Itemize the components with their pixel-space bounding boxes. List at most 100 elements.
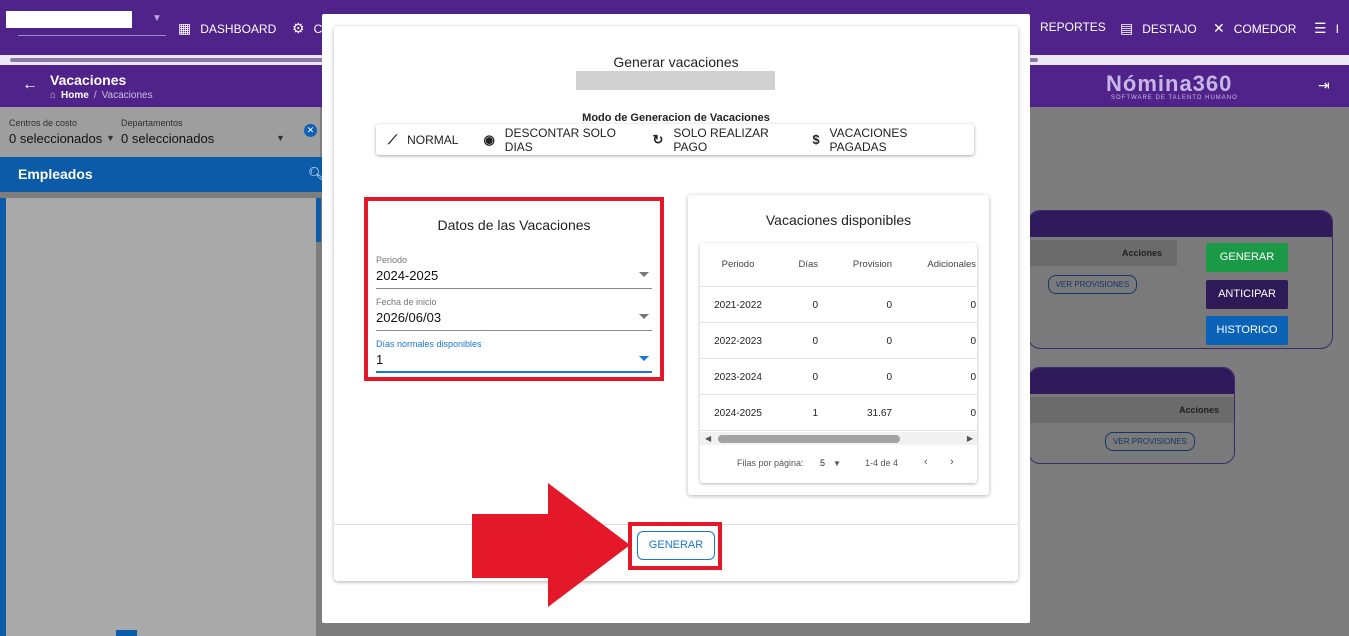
back-arrow-icon[interactable]: ← [22,76,38,94]
disponibles-table: Periodo Días Provision Adicionales 2021-… [700,243,977,483]
nav-config-label: C [313,21,323,36]
chevron-down-icon[interactable]: ▼ [152,13,162,24]
fecha-inicio-value: 2026/06/03 [376,310,442,325]
mode-descontar-label: DESCONTAR SOLO DIAS [504,125,616,154]
cell-provision: 31.67 [866,408,892,419]
nav-comedor[interactable]: ✕ COMEDOR [1213,20,1296,37]
breadcrumb-separator: / [93,90,97,101]
periodo-label: Periodo [376,255,408,265]
background-table-header: Acciones [1029,397,1234,423]
breadcrumb: ⌂ Home / Vacaciones [50,90,153,101]
page-title: Vacaciones [50,72,127,88]
employees-list-indicator [116,630,137,636]
chevron-down-icon[interactable]: ▼ [276,133,285,143]
table-horizontal-scrollbar[interactable]: ◀ ▶ [700,432,977,445]
periodo-select[interactable]: Periodo 2024-2025 [376,255,652,289]
table-row: 2022-2023 0 0 0 [700,323,977,359]
fecha-inicio-select[interactable]: Fecha de inicio 2026/06/03 [376,297,652,331]
col-adicionales[interactable]: Adicionales [900,259,976,270]
logout-icon[interactable]: ⇥ [1318,77,1330,94]
nav-destajo[interactable]: ▤ DESTAJO [1120,20,1197,37]
col-dias[interactable]: Días [780,259,818,270]
nav-more-label: I [1335,21,1339,36]
pagination-range: 1-4 de 4 [865,458,899,468]
mode-descontar-button[interactable]: ◉ DESCONTAR SOLO DIAS [483,126,627,154]
chevron-down-icon [639,314,649,319]
historico-button[interactable]: HISTORICO [1206,316,1288,345]
dias-disponibles-select[interactable]: Días normales disponibles 1 [376,339,652,373]
scroll-left-icon[interactable]: ◀ [705,434,711,443]
departamentos-label: Departamentos [121,118,183,128]
background-card-header [1029,368,1234,394]
red-arrow-shape [472,483,630,607]
cell-periodo: 2022-2023 [714,336,762,347]
employees-scrollbar[interactable] [316,198,321,242]
company-select[interactable] [6,11,132,28]
ver-provisiones-button[interactable]: VER PROVISIONES [1105,432,1195,451]
cell-dias: 1 [812,408,818,419]
refresh-icon: ↻ [652,131,664,147]
document-icon: ▤ [1120,20,1134,36]
dias-disponibles-value: 1 [376,352,384,367]
dialog-content-card: Generar vacaciones Modo de Generacion de… [334,26,1018,581]
employees-list[interactable] [0,198,316,636]
cell-provision: 0 [886,300,892,311]
cell-periodo: 2021-2022 [714,300,762,311]
background-card-header [1029,211,1332,237]
rows-per-page-select[interactable]: 5 [820,458,825,468]
chevron-down-icon[interactable]: ▼ [833,459,841,468]
chevron-down-icon[interactable]: ▼ [106,133,115,143]
ver-provisiones-button[interactable]: VER PROVISIONES [1048,275,1137,294]
fecha-inicio-label: Fecha de inicio [376,297,437,307]
table-row: 2023-2024 0 0 0 [700,359,977,395]
table-pagination: Filas por página: 5 ▼ 1-4 de 4 ‹ › [700,445,977,483]
next-page-icon[interactable]: › [950,456,954,468]
trend-icon: ⟋ [388,131,398,147]
mode-normal-label: NORMAL [407,132,459,147]
cell-adicionales: 0 [970,408,976,419]
table-row: 2024-2025 1 31.67 0 [700,395,977,431]
generar-button[interactable]: GENERAR [1206,243,1288,272]
cell-dias: 0 [812,372,818,383]
disponibles-title: Vacaciones disponibles [765,212,912,228]
brand-logo: Nómina360 [1106,71,1233,96]
col-periodo[interactable]: Periodo [708,259,768,270]
nav-config[interactable]: ⚙ C [292,20,322,37]
nav-more[interactable]: ☰ I [1314,20,1339,37]
acciones-header: Acciones [1122,248,1163,258]
list-icon: ☰ [1314,20,1327,36]
nav-comedor-label: COMEDOR [1233,21,1297,36]
scroll-right-icon[interactable]: ▶ [967,434,973,443]
table-row: 2021-2022 0 0 0 [700,287,977,323]
chevron-down-icon [639,356,649,361]
table-scrollbar-thumb[interactable] [718,435,900,443]
cell-adicionales: 0 [970,372,976,383]
mode-pagadas-button[interactable]: $ VACACIONES PAGADAS [812,126,949,154]
nav-dashboard[interactable]: ▦ DASHBOARD [178,20,276,37]
nav-dashboard-label: DASHBOARD [200,21,277,36]
chevron-down-icon [639,272,649,277]
mode-pago-label: SOLO REALIZAR PAGO [673,125,769,154]
prev-page-icon[interactable]: ‹ [924,456,928,468]
datos-title: Datos de las Vacaciones [437,217,591,233]
cell-dias: 0 [812,300,818,311]
employees-title: Empleados [18,166,93,182]
filters-bar: Centros de costo 0 seleccionados ▼ Depar… [0,107,320,157]
nav-destajo-label: DESTAJO [1142,21,1197,36]
rows-per-page-label: Filas por página: [737,458,804,468]
breadcrumb-home[interactable]: Home [61,90,89,101]
generar-vacaciones-button[interactable]: GENERAR [637,531,715,560]
centros-select[interactable]: 0 seleccionados [9,131,102,146]
departamentos-select[interactable]: 0 seleccionados [121,131,214,146]
cell-dias: 0 [812,336,818,347]
nav-reportes[interactable]: REPORTES [1040,20,1106,34]
employees-header: Empleados 🔍︎ [0,157,330,192]
redacted-employee-name [576,71,775,90]
home-icon: ⌂ [50,90,57,101]
utensils-icon: ✕ [1213,20,1225,36]
col-provision[interactable]: Provision [830,259,892,270]
anticipar-button[interactable]: ANTICIPAR [1206,280,1288,309]
clear-filter-icon[interactable]: ✕ [304,124,317,137]
mode-pago-button[interactable]: ↻ SOLO REALIZAR PAGO [652,126,787,154]
mode-normal-button[interactable]: ⟋ NORMAL [388,132,458,148]
